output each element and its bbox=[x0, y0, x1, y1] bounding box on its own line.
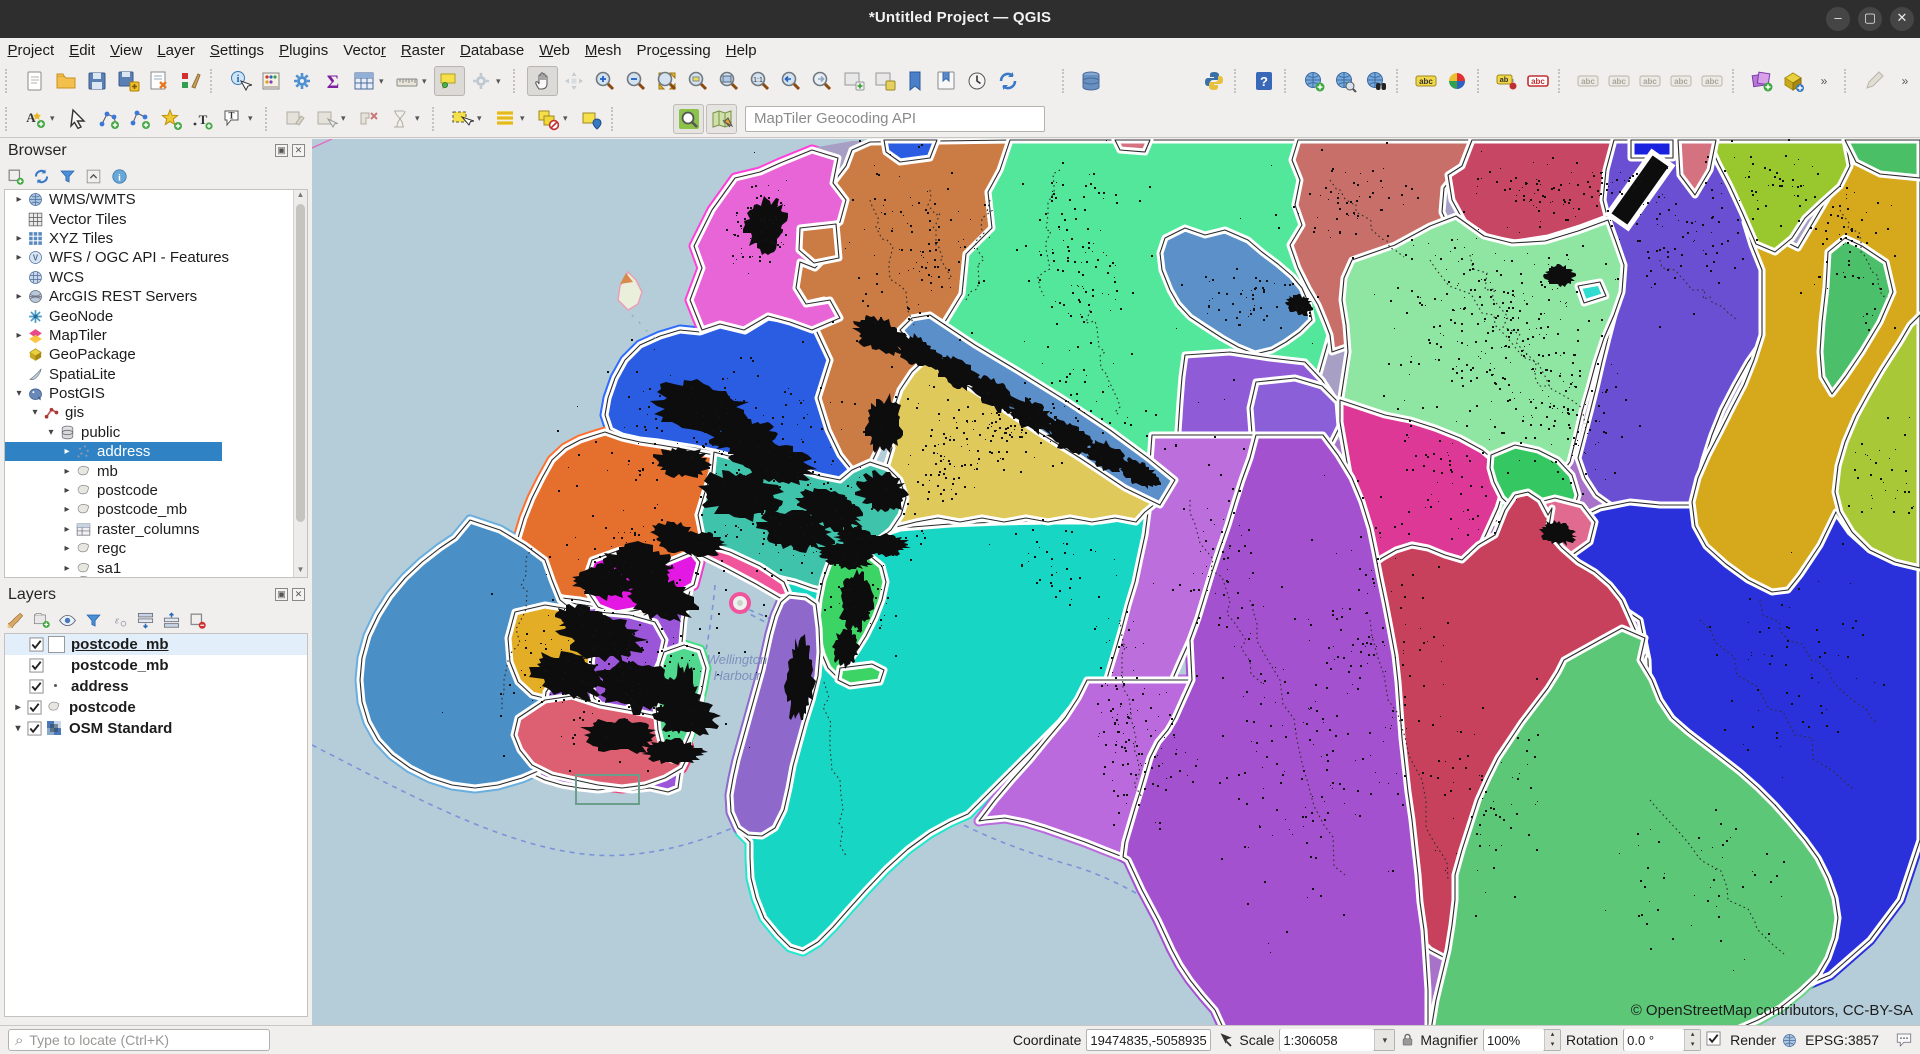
svg-text:»: » bbox=[1901, 74, 1908, 88]
svg-text:T: T bbox=[228, 110, 234, 120]
svg-text:Wellington: Wellington bbox=[707, 652, 767, 667]
svg-text:abc: abc bbox=[1705, 77, 1719, 86]
svg-text:?: ? bbox=[1260, 74, 1268, 89]
svg-text:abc: abc bbox=[1581, 77, 1595, 86]
svg-text:abc: abc bbox=[1674, 77, 1688, 86]
svg-text:Σ: Σ bbox=[326, 72, 338, 93]
svg-text:ε: ε bbox=[115, 615, 120, 626]
svg-text:»: » bbox=[1820, 74, 1827, 88]
svg-text:1:1: 1:1 bbox=[753, 77, 763, 84]
svg-text:abc: abc bbox=[1531, 77, 1545, 86]
svg-text:abc: abc bbox=[1419, 77, 1433, 86]
svg-text:i: i bbox=[118, 173, 121, 183]
svg-text:© OpenStreetMap contributors,: © OpenStreetMap contributors, CC-BY-SA bbox=[1631, 1002, 1913, 1019]
svg-text:Harbour: Harbour bbox=[714, 668, 762, 683]
svg-text:A: A bbox=[26, 110, 36, 125]
svg-text:V: V bbox=[33, 254, 39, 263]
svg-text:ab: ab bbox=[1499, 75, 1508, 84]
svg-text:abc: abc bbox=[1643, 77, 1657, 86]
svg-text:i: i bbox=[236, 74, 239, 85]
svg-text:abc: abc bbox=[1612, 77, 1626, 86]
